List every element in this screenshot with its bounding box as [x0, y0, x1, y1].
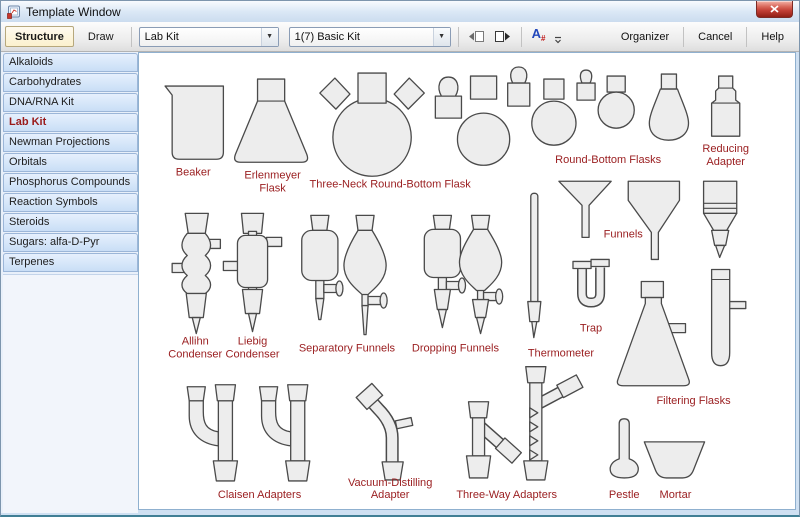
organizer-button[interactable]: Organizer [610, 27, 680, 47]
template-window: Template Window Structure Draw Lab Kit ▼… [0, 0, 800, 517]
page-select[interactable]: 1(7) Basic Kit ▼ [288, 26, 451, 47]
sidebar-item-alkaloids[interactable]: Alkaloids [3, 53, 138, 72]
label-liebig-1: Liebig [238, 336, 267, 348]
template-sidebar: Alkaloids Carbohydrates DNA/RNA Kit Lab … [1, 52, 138, 513]
help-button[interactable]: Help [750, 27, 795, 47]
toolbar-options-button[interactable] [554, 36, 562, 44]
template-separatory-funnel-2[interactable] [343, 214, 388, 336]
label-three-neck: Three-Neck Round-Bottom Flask [310, 178, 472, 190]
sidebar-item-sugars[interactable]: Sugars: alfa-D-Pyr [3, 233, 138, 252]
label-mortar: Mortar [660, 489, 692, 501]
sidebar-item-phosphorus-compounds[interactable]: Phosphorus Compounds [3, 173, 138, 192]
template-vacuum-distilling-adapter[interactable] [355, 382, 414, 481]
template-stopper-2[interactable] [507, 66, 531, 107]
label-reducing-2: Adapter [706, 156, 745, 168]
sidebar-item-carbohydrates[interactable]: Carbohydrates [3, 73, 138, 92]
template-canvas: Beaker Erlenmeyer Flask Three-Neck Round… [138, 52, 796, 510]
toolbar-separator [130, 26, 132, 47]
template-claisen-adapter-2[interactable] [258, 384, 311, 482]
titlebar[interactable]: Template Window [1, 1, 799, 22]
sidebar-item-reaction-symbols[interactable]: Reaction Symbols [3, 193, 138, 212]
template-erlenmeyer-flask[interactable] [233, 78, 309, 163]
toolbar-separator [683, 26, 685, 47]
template-trap[interactable] [572, 258, 610, 308]
structure-tab[interactable]: Structure [5, 26, 74, 47]
window-title: Template Window [26, 4, 121, 19]
template-round-bottom-flask-medium[interactable] [531, 78, 577, 146]
template-filter-flask[interactable] [616, 280, 690, 387]
template-liebig-condenser[interactable] [222, 212, 283, 333]
template-round-bottom-flask-large[interactable] [456, 75, 511, 166]
label-thermometer: Thermometer [528, 348, 595, 360]
chevron-down-icon: ▼ [260, 27, 278, 46]
template-pestle[interactable] [609, 418, 639, 479]
template-funnel-large[interactable] [627, 180, 681, 261]
label-erlenmeyer-1: Erlenmeyer [244, 169, 301, 181]
template-three-way-adapter-1[interactable] [465, 401, 523, 479]
label-trap: Trap [580, 323, 602, 335]
window-body: Alkaloids Carbohydrates DNA/RNA Kit Lab … [1, 52, 799, 513]
template-dropping-funnel-2[interactable] [458, 214, 504, 335]
next-page-icon [495, 31, 511, 42]
label-three-way: Three-Way Adapters [456, 489, 557, 501]
template-group-select[interactable]: Lab Kit ▼ [138, 26, 279, 47]
label-erlenmeyer-2: Flask [259, 182, 286, 194]
draw-tab[interactable]: Draw [78, 26, 124, 47]
sidebar-item-steroids[interactable]: Steroids [3, 213, 138, 232]
template-thermometer[interactable] [527, 192, 542, 339]
sidebar-item-orbitals[interactable]: Orbitals [3, 153, 138, 172]
label-liebig-2: Condenser [226, 349, 280, 361]
template-reducing-adapter[interactable] [710, 75, 741, 137]
template-allihn-condenser[interactable] [171, 212, 222, 335]
template-three-neck-flask[interactable] [319, 72, 425, 177]
previous-page-icon [469, 31, 485, 42]
template-pear-flask[interactable] [648, 73, 690, 141]
template-stopper-1[interactable] [434, 76, 463, 119]
template-claisen-adapter-1[interactable] [186, 384, 239, 482]
template-group-value: Lab Kit [144, 30, 179, 43]
template-dropping-funnel-1[interactable] [423, 214, 467, 329]
template-fritted-funnel[interactable] [702, 180, 738, 259]
toolbar-options-icon [555, 36, 562, 43]
sidebar-item-newman-projections[interactable]: Newman Projections [3, 133, 138, 152]
toolbar: Structure Draw Lab Kit ▼ 1(7) Basic Kit … [1, 22, 799, 52]
toolbar-right-buttons: Organizer Cancel Help [610, 26, 795, 47]
sidebar-item-terpenes[interactable]: Terpenes [3, 253, 138, 272]
template-mortar[interactable] [643, 441, 706, 479]
page-select-value: 1(7) Basic Kit [294, 30, 360, 43]
toolbar-separator [746, 26, 748, 47]
template-three-way-adapter-2[interactable] [523, 366, 584, 481]
label-pestle: Pestle [609, 489, 640, 501]
label-filtering: Filtering Flasks [656, 395, 731, 407]
label-reducing-1: Reducing [702, 143, 749, 155]
cancel-button[interactable]: Cancel [687, 27, 743, 47]
toolbar-separator [457, 26, 459, 47]
template-filter-tube[interactable] [710, 268, 747, 367]
template-separatory-funnel-1[interactable] [301, 214, 344, 321]
label-beaker: Beaker [176, 166, 211, 178]
close-button[interactable] [756, 1, 793, 18]
sidebar-item-dna-rna-kit[interactable]: DNA/RNA Kit [3, 93, 138, 112]
toolbar-separator [520, 26, 522, 47]
label-vacuum-1: Vacuum-Distilling [348, 477, 432, 489]
sidebar-item-lab-kit[interactable]: Lab Kit [3, 113, 138, 132]
label-allihn-1: Allihn [182, 336, 209, 348]
label-allihn-2: Condenser [168, 349, 222, 361]
label-funnels: Funnels [604, 228, 644, 240]
atom-number-style-button[interactable]: A # [529, 26, 549, 47]
label-vacuum-2: Adapter [371, 489, 410, 501]
label-round-bottom: Round-Bottom Flasks [555, 154, 662, 166]
close-icon [770, 5, 779, 13]
label-claisen: Claisen Adapters [218, 489, 302, 501]
previous-page-button[interactable] [466, 27, 488, 47]
label-separatory: Separatory Funnels [299, 343, 396, 355]
template-stopper-3[interactable] [576, 69, 596, 101]
app-icon [7, 5, 21, 19]
chevron-down-icon: ▼ [432, 27, 450, 46]
template-round-bottom-flask-small[interactable] [597, 75, 635, 129]
label-dropping: Dropping Funnels [412, 343, 500, 355]
next-page-button[interactable] [492, 27, 514, 47]
sidebar-empty-area [3, 274, 138, 513]
template-beaker[interactable] [164, 85, 225, 160]
